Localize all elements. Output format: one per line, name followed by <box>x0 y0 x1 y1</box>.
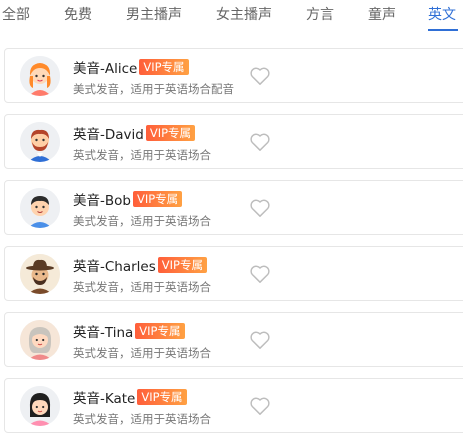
heart-icon[interactable] <box>249 198 271 218</box>
heart-icon[interactable] <box>249 66 271 86</box>
tab-male-voice[interactable]: 男主播声 <box>126 5 182 25</box>
category-tabs: 全部 免费 男主播声 女主播声 方言 童声 英文 <box>0 0 463 36</box>
voice-card-alice[interactable]: 美音-Alice VIP专属 美式发音，适用于英语场合配音 <box>4 48 463 103</box>
boy-avatar-icon <box>20 188 60 228</box>
voice-description: 英式发音，适用于英语场合 <box>73 412 211 426</box>
voice-card-charles[interactable]: 英音-Charles VIP专属 英式发音，适用于英语场合 <box>4 246 463 301</box>
voice-description: 美式发音，适用于英语场合配音 <box>73 82 234 96</box>
girl-orange-hair-avatar-icon <box>20 56 60 96</box>
tab-child-voice[interactable]: 童声 <box>368 5 396 25</box>
heart-icon[interactable] <box>249 396 271 416</box>
voice-name: 美音-Bob <box>73 193 131 209</box>
heart-icon[interactable] <box>249 132 271 152</box>
voice-description: 英式发音，适用于英语场合 <box>73 346 211 360</box>
voice-name: 美音-Alice <box>73 61 138 77</box>
voice-name: 英音-David <box>73 127 144 143</box>
vip-badge: VIP专属 <box>139 59 189 75</box>
active-tab-underline <box>428 29 458 31</box>
cowboy-avatar-icon <box>20 254 60 294</box>
tab-female-voice[interactable]: 女主播声 <box>216 5 272 25</box>
voice-description: 英式发音，适用于英语场合 <box>73 280 211 294</box>
tab-english[interactable]: 英文 <box>428 5 456 25</box>
vip-badge: VIP专属 <box>135 323 185 339</box>
voice-name: 英音-Kate <box>73 391 136 407</box>
vip-badge: VIP专属 <box>157 257 207 273</box>
voice-description: 英式发音，适用于英语场合 <box>73 148 211 162</box>
vip-badge: VIP专属 <box>137 389 187 405</box>
voice-card-tina[interactable]: 英音-Tina VIP专属 英式发音，适用于英语场合 <box>4 312 463 367</box>
vip-badge: VIP专属 <box>145 125 196 141</box>
man-beard-avatar-icon <box>20 122 60 162</box>
older-woman-avatar-icon <box>20 320 60 360</box>
voice-name: 英音-Charles <box>73 259 156 275</box>
voice-description: 美式发音，适用于英语场合 <box>73 214 211 228</box>
heart-icon[interactable] <box>249 330 271 350</box>
tab-dialect[interactable]: 方言 <box>306 5 334 25</box>
tab-free[interactable]: 免费 <box>64 5 92 25</box>
voice-card-bob[interactable]: 美音-Bob VIP专属 美式发音，适用于英语场合 <box>4 180 463 235</box>
voice-name: 英音-Tina <box>73 325 134 341</box>
voice-card-david[interactable]: 英音-David VIP专属 英式发音，适用于英语场合 <box>4 114 463 169</box>
heart-icon[interactable] <box>249 264 271 284</box>
vip-badge: VIP专属 <box>132 191 183 207</box>
tab-all[interactable]: 全部 <box>2 5 30 25</box>
girl-black-hair-avatar-icon <box>20 386 60 426</box>
voice-card-kate[interactable]: 英音-Kate VIP专属 英式发音，适用于英语场合 <box>4 378 463 433</box>
